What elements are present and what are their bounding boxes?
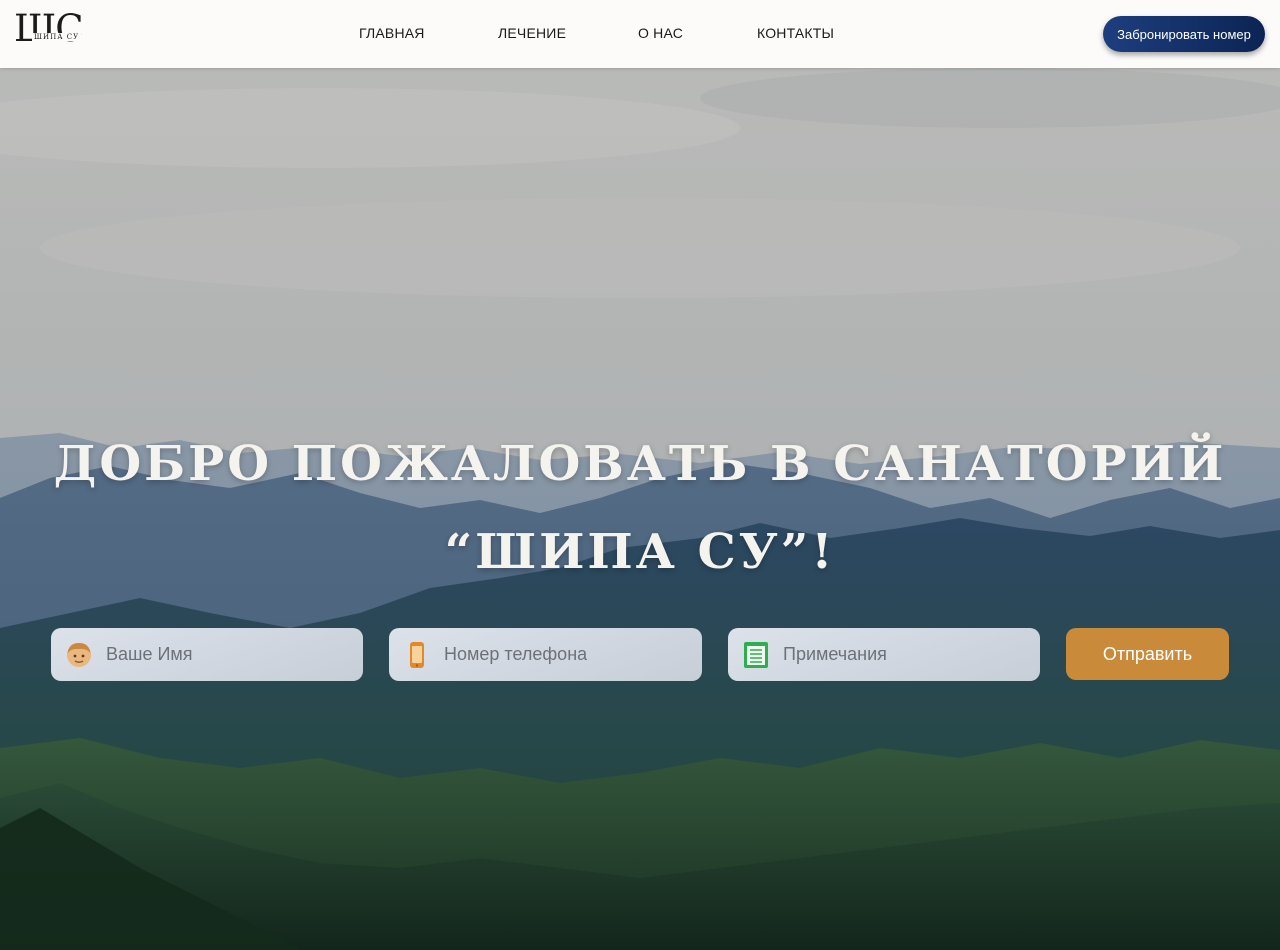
- main-nav: ГЛАВНАЯ ЛЕЧЕНИЕ О НАС КОНТАКТЫ: [0, 0, 1280, 68]
- phone-field: [389, 628, 702, 681]
- notes-input[interactable]: [783, 644, 1033, 665]
- phone-input[interactable]: [444, 644, 694, 665]
- nav-item-contacts[interactable]: КОНТАКТЫ: [757, 25, 834, 41]
- notes-field: [728, 628, 1040, 681]
- hero-title: ДОБРО ПОЖАЛОВАТЬ В САНАТОРИЙ “ШИПА СУ”!: [0, 420, 1280, 596]
- submit-button[interactable]: Отправить: [1066, 628, 1229, 680]
- nav-item-treatment[interactable]: ЛЕЧЕНИЕ: [498, 25, 566, 41]
- phone-icon: [402, 640, 432, 670]
- nav-item-about[interactable]: О НАС: [638, 25, 683, 41]
- nav-item-home[interactable]: ГЛАВНАЯ: [359, 25, 425, 41]
- book-room-button[interactable]: Забронировать номер: [1103, 16, 1265, 52]
- hero-section: ДОБРО ПОЖАЛОВАТЬ В САНАТОРИЙ “ШИПА СУ”!: [0, 68, 1280, 950]
- name-input[interactable]: [106, 644, 356, 665]
- hero-title-line-1: ДОБРО ПОЖАЛОВАТЬ В САНАТОРИЙ: [53, 436, 1227, 492]
- person-icon: [64, 640, 94, 670]
- hero-title-line-2: “ШИПА СУ”!: [444, 524, 836, 580]
- name-field: [51, 628, 363, 681]
- site-header: ШС ШИПА СУ ГЛАВНАЯ ЛЕЧЕНИЕ О НАС КОНТАКТ…: [0, 0, 1280, 68]
- notepad-icon: [741, 640, 771, 670]
